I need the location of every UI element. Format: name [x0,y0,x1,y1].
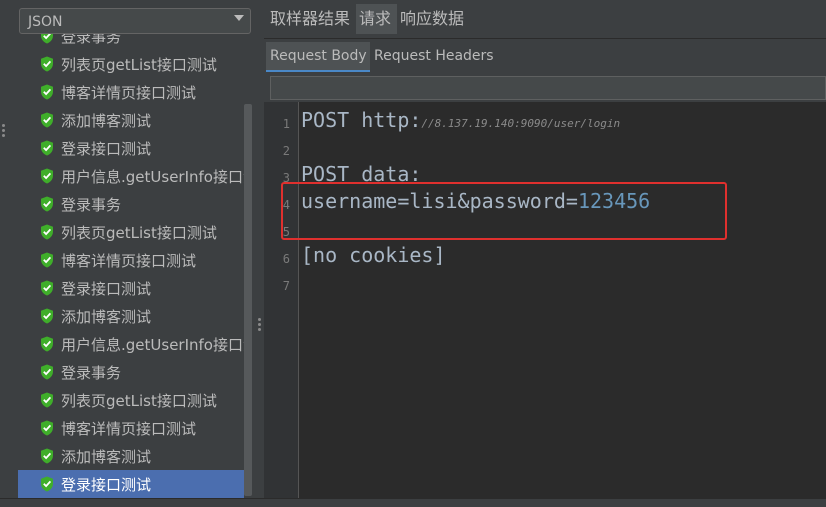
sampler-tree-panel: JSON 登录事务 列表页getList接口测试 博客详情页接口测试 添加博客测试 登录… [0,0,256,506]
tree-item-label: 博客详情页接口测试 [61,252,197,270]
tree-item[interactable]: 添加博客测试 [18,106,244,134]
tree-item[interactable]: 添加博客测试 [18,302,244,330]
request-body-editor[interactable]: 1 2 3 4 5 6 7 POST http://8.137.19.140:9… [264,102,826,506]
success-shield-icon [40,168,54,184]
panel-divider[interactable] [256,0,264,506]
tree-item-label: 用户信息.getUserInfo接口测 [61,168,244,186]
tab-request-headers[interactable]: Request Headers [374,42,504,70]
tree-item[interactable]: 登录事务 [18,190,244,218]
renderer-select[interactable]: JSON [19,8,251,34]
line-number: 1 [282,117,290,131]
success-shield-icon [40,140,54,156]
tree-item[interactable]: 登录接口测试 [18,470,244,498]
tabs-divider [264,38,826,39]
success-shield-icon [40,392,54,408]
tree-item[interactable]: 博客详情页接口测试 [18,78,244,106]
tab-sampler-result[interactable]: 取样器结果 [266,4,358,34]
line-number: 6 [282,252,290,266]
success-shield-icon [40,34,54,44]
tree-item[interactable]: 列表页getList接口测试 [18,218,244,246]
chevron-down-icon[interactable] [234,15,244,21]
tab-response-data[interactable]: 响应数据 [400,4,470,34]
success-shield-icon [40,56,54,72]
request-url: //8.137.19.140:9090/user/login [421,117,621,130]
success-shield-icon [40,448,54,464]
tree-item-label: 博客详情页接口测试 [61,84,197,102]
tab-request-body[interactable]: Request Body [266,42,370,72]
line-number: 7 [282,279,290,293]
tree-item[interactable]: 登录接口测试 [18,134,244,162]
tree-item[interactable]: 添加博客测试 [18,442,244,470]
tree-item-label: 添加博客测试 [61,308,152,326]
tree-item-label: 添加博客测试 [61,112,152,130]
success-shield-icon [40,280,54,296]
tree-item-label: 登录接口测试 [61,140,152,158]
tree-item-label: 列表页getList接口测试 [61,56,217,74]
left-strip [0,0,10,506]
code-line-6: [no cookies] [301,243,446,267]
tab-request[interactable]: 请求 [356,4,397,34]
tree-item-label: 添加博客测试 [61,448,152,466]
tree-item[interactable]: 用户信息.getUserInfo接口测 [18,162,244,190]
success-shield-icon [40,336,54,352]
tree-item-label: 登录接口测试 [61,476,152,494]
results-tree: 登录事务 列表页getList接口测试 博客详情页接口测试 添加博客测试 登录接口测试用… [18,34,244,506]
tree-item[interactable]: 登录事务 [18,34,244,50]
tree-item[interactable]: 博客详情页接口测试 [18,246,244,274]
success-shield-icon [40,84,54,100]
annotation-highlight-box [281,182,727,240]
success-shield-icon [40,308,54,324]
tree-item-label: 用户信息.getUserInfo接口测 [61,336,244,354]
tree-item-label: 列表页getList接口测试 [61,224,217,242]
tree-item-label: 登录事务 [61,196,122,214]
tree-item-label: 博客详情页接口测试 [61,420,197,438]
tree-item[interactable]: 列表页getList接口测试 [18,50,244,78]
tree-item[interactable]: 登录事务 [18,358,244,386]
success-shield-icon [40,364,54,380]
search-input[interactable] [270,76,826,100]
result-panel: 取样器结果 请求 响应数据 Request Body Request Heade… [264,0,826,506]
code-line-1: POST http://8.137.19.140:9090/user/login [301,108,620,132]
tree-item-label: 登录接口测试 [61,280,152,298]
success-shield-icon [40,252,54,268]
tree-scrollbar[interactable] [244,104,252,496]
success-shield-icon [40,224,54,240]
renderer-select-value: JSON [28,14,63,30]
request-method: POST http: [301,108,422,132]
tree-item[interactable]: 用户信息.getUserInfo接口测 [18,330,244,358]
line-number-gutter: 1 2 3 4 5 6 7 [264,102,299,506]
success-shield-icon [40,112,54,128]
tree-item[interactable]: 列表页getList接口测试 [18,386,244,414]
success-shield-icon [40,196,54,212]
resize-grip-left[interactable] [2,124,6,140]
success-shield-icon [40,420,54,436]
tree-item-label: 登录事务 [61,364,122,382]
tree-item-label: 登录事务 [61,34,122,46]
tree-item[interactable]: 登录接口测试 [18,274,244,302]
line-number: 2 [282,144,290,158]
success-shield-icon [40,476,54,492]
tree-item[interactable]: 博客详情页接口测试 [18,414,244,442]
resize-grip-middle[interactable] [258,318,262,333]
tree-item-label: 列表页getList接口测试 [61,392,217,410]
